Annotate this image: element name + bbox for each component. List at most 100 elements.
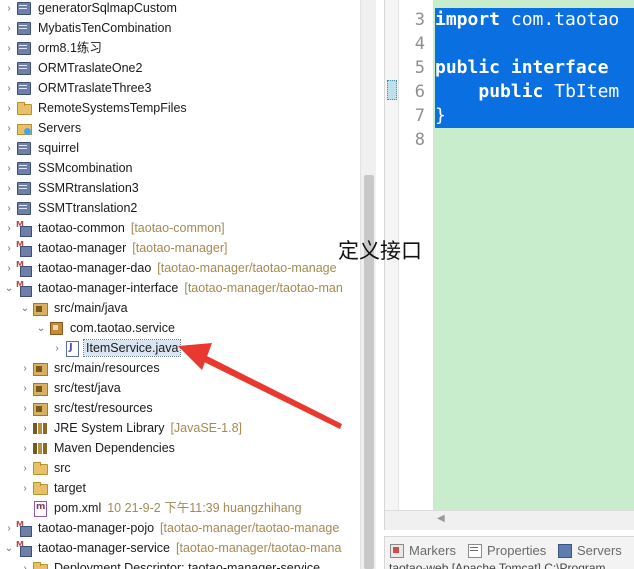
chevron-right-icon[interactable]: › [4,238,14,258]
tree-item-label: squirrel [38,141,79,155]
scroll-left-icon[interactable]: ◀ [437,513,445,524]
folder-icon [32,560,48,569]
tree-item[interactable]: › src/test/java [0,378,360,398]
code-line[interactable]: public interface [435,56,634,80]
tree-item-decoration: [JavaSE-1.8] [170,421,243,435]
tree-item[interactable]: › ORMTraslateOne2 [0,58,360,78]
project-icon [16,20,32,36]
tree-item[interactable]: › Maven Dependencies [0,438,360,458]
tree-item-decoration: [taotao-manager/taotao-manage [157,261,337,275]
tree-item-label: SSMTtranslation2 [38,201,138,215]
tree-item[interactable]: ⌄ com.taotao.service [0,318,360,338]
chevron-right-icon[interactable]: › [4,98,14,118]
chevron-right-icon[interactable]: › [20,558,30,569]
chevron-right-icon[interactable]: › [4,38,14,58]
chevron-right-icon[interactable]: › [4,258,14,278]
chevron-down-icon[interactable]: ⌄ [20,298,30,318]
source-folder-icon [32,380,48,396]
chevron-down-icon[interactable]: ⌄ [4,538,14,558]
chevron-right-icon[interactable]: › [4,218,14,238]
tree-item[interactable]: › SSMcombination [0,158,360,178]
servers-icon [557,542,573,558]
tree-item[interactable]: › MybatisTenCombination [0,18,360,38]
explorer-scrollbar[interactable] [360,0,376,569]
tree-item[interactable]: ⌄ taotao-manager-service [taotao-manager/t… [0,538,360,558]
annotation-label: 定义接口 [338,239,422,263]
tree-item[interactable]: › taotao-manager [taotao-manager] [0,238,360,258]
tree-item-label: target [54,481,86,495]
code-line[interactable]: } [435,104,634,128]
tree-item[interactable]: › ORMTraslateThree3 [0,78,360,98]
tree-item[interactable]: › taotao-common [taotao-common] [0,218,360,238]
tab-properties[interactable]: Properties [467,541,546,559]
chevron-down-icon[interactable]: ⌄ [4,278,14,298]
tree-item[interactable]: › orm8.1练习 [0,38,360,58]
tree-item-label: RemoteSystemsTempFiles [38,101,187,115]
chevron-right-icon[interactable]: › [20,478,30,498]
chevron-down-icon[interactable]: ⌄ [36,318,46,338]
code-line[interactable] [435,32,634,56]
chevron-right-icon[interactable]: › [20,458,30,478]
tree-item-label: ItemService.java [82,339,182,357]
tree-item-label: SSMRtranslation3 [38,181,139,195]
editor-horizontal-scrollbar[interactable]: ◀ [385,510,634,530]
tree-item[interactable]: ⌄ src/main/java [0,298,360,318]
maven-project-icon [16,260,32,277]
tree-item[interactable]: › squirrel [0,138,360,158]
tree-item[interactable]: › src/main/resources [0,358,360,378]
tree-item[interactable]: › RemoteSystemsTempFiles [0,98,360,118]
chevron-right-icon[interactable]: › [52,338,62,358]
project-icon [16,40,32,56]
tree-item-label: src/main/resources [54,361,160,375]
tree-item[interactable]: › generatorSqlmapCustom [0,0,360,18]
line-number: 3 [414,10,425,30]
tree-item-label: SSMcombination [38,161,133,175]
chevron-right-icon[interactable]: › [4,58,14,78]
tab-servers[interactable]: Servers [557,541,622,559]
maven-project-icon [16,520,32,537]
tree-item-label: taotao-manager-dao [38,261,152,275]
chevron-right-icon[interactable]: › [20,358,30,378]
tree-item[interactable]: › SSMRtranslation3 [0,178,360,198]
folder-icon [16,100,32,116]
tree-item[interactable]: › src/test/resources [0,398,360,418]
code-editor[interactable]: 3 4 5 6 7 8 import com.taotao public interface… [384,0,634,530]
tree-item[interactable]: › JRE System Library [JavaSE-1.8] [0,418,360,438]
tree-item[interactable]: › src [0,458,360,478]
tree-item[interactable]: › taotao-manager-pojo [taotao-manager/taot… [0,518,360,538]
chevron-right-icon[interactable]: › [4,518,14,538]
tree-item-label: ORMTraslateThree3 [38,81,152,95]
tree-item[interactable]: › Servers [0,118,360,138]
chevron-right-icon[interactable]: › [4,158,14,178]
code-line[interactable]: public TbItem [435,80,634,104]
chevron-right-icon[interactable]: › [4,18,14,38]
tree-item[interactable]: › SSMTtranslation2 [0,198,360,218]
chevron-right-icon[interactable]: › [20,378,30,398]
chevron-right-icon[interactable]: › [20,438,30,458]
code-area[interactable]: import com.taotao public interface public… [433,0,634,510]
chevron-right-icon[interactable]: › [4,78,14,98]
package-explorer: › generatorSqlmapCustom › MybatisTenCombina… [0,0,360,569]
tree-item-decoration: [taotao-manager/taotao-manage [160,521,340,535]
line-number: 7 [414,106,425,126]
chevron-right-icon[interactable]: › [4,198,14,218]
chevron-right-icon[interactable]: › [20,418,30,438]
tab-markers[interactable]: Markers [389,541,456,559]
bookmark-icon [387,80,397,100]
tree-item[interactable]: › Deployment Descriptor: taotao-manager-s… [0,558,360,569]
tree-item-label: src [54,461,71,475]
tab-servers-label: Servers [577,542,622,558]
tree-item-decoration: [taotao-manager/taotao-mana [176,541,342,555]
chevron-right-icon[interactable]: › [20,398,30,418]
tree-item[interactable]: ⌄ taotao-manager-interface [taotao-manager… [0,278,360,298]
tree-item[interactable]: pom.xml 10 21-9-2 下午11:39 huangzhihang [0,498,360,518]
tree-item[interactable]: › target [0,478,360,498]
chevron-right-icon[interactable]: › [4,0,14,18]
tree-item[interactable]: › ItemService.java [0,338,360,358]
code-line[interactable]: import com.taotao [435,8,634,32]
tree-item[interactable]: › taotao-manager-dao [taotao-manager/taota… [0,258,360,278]
chevron-right-icon[interactable]: › [4,178,14,198]
chevron-right-icon[interactable]: › [4,118,14,138]
project-icon [16,160,32,176]
chevron-right-icon[interactable]: › [4,138,14,158]
